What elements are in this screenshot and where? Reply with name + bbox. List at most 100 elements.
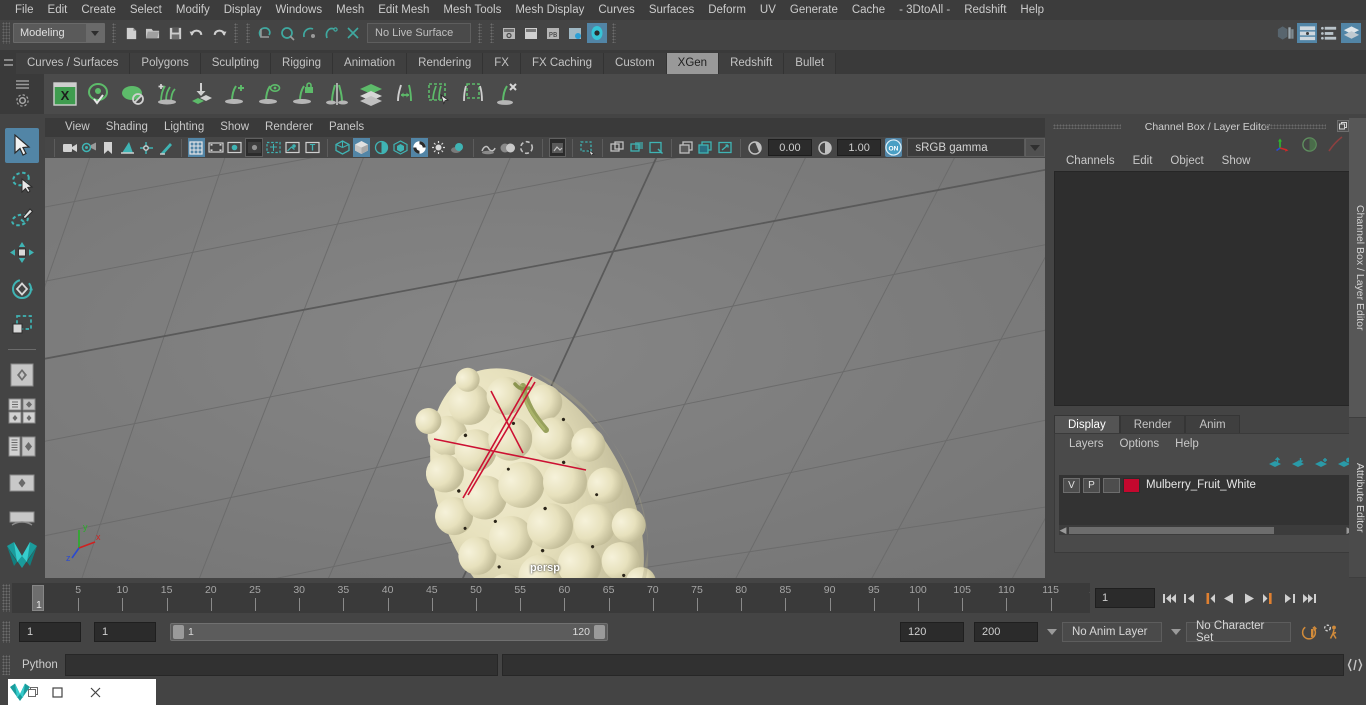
layer-reference-toggle[interactable] xyxy=(1103,477,1120,493)
scale-tool[interactable] xyxy=(5,307,39,342)
xray-icon[interactable] xyxy=(579,138,596,157)
anim-layer-field[interactable]: No Anim Layer xyxy=(1062,622,1162,642)
scroll-left-arrow[interactable]: ◀ xyxy=(1059,525,1067,536)
shadows-icon[interactable] xyxy=(450,138,467,157)
lock-guide-icon[interactable] xyxy=(286,76,320,112)
shelf-tab-curves-surfaces[interactable]: Curves / Surfaces xyxy=(16,53,131,74)
snap-grid-icon[interactable] xyxy=(499,23,519,43)
layer-color-swatch[interactable] xyxy=(1123,477,1140,493)
xray-joints-icon[interactable] xyxy=(609,138,626,157)
shelf-tab-redshift[interactable]: Redshift xyxy=(719,53,785,74)
multisample-icon[interactable] xyxy=(518,138,535,157)
show-hide-channel-box-icon[interactable] xyxy=(1341,23,1361,43)
add-groom-icon[interactable] xyxy=(150,76,184,112)
snap-view-plane-icon[interactable] xyxy=(565,23,585,43)
layer-visibility-toggle[interactable]: V xyxy=(1063,477,1080,493)
taskbar-window-button[interactable] xyxy=(8,679,156,705)
step-forward-frame-icon[interactable] xyxy=(1280,588,1298,608)
show-hide-modeling-toolkit-icon[interactable] xyxy=(1275,23,1295,43)
undock-icon[interactable] xyxy=(1337,120,1349,132)
select-pick-icon[interactable] xyxy=(343,23,363,43)
select-by-hierarchy-icon[interactable] xyxy=(255,23,275,43)
command-result-field[interactable] xyxy=(501,654,1344,676)
shelf-tab-animation[interactable]: Animation xyxy=(333,53,408,74)
viewport-menu-show[interactable]: Show xyxy=(212,118,257,137)
screen-space-ao-icon[interactable] xyxy=(480,138,497,157)
layer-tab-anim[interactable]: Anim xyxy=(1185,415,1240,433)
viewport-menu-panels[interactable]: Panels xyxy=(321,118,372,137)
shape-node-icon[interactable] xyxy=(1301,136,1318,153)
shelf-settings-icon[interactable] xyxy=(15,93,30,108)
show-hide-tool-settings-icon[interactable] xyxy=(1319,23,1339,43)
channel-box-content[interactable] xyxy=(1054,171,1361,406)
channel-menu-object[interactable]: Object xyxy=(1161,151,1212,171)
exposure-adjust-icon[interactable] xyxy=(747,138,764,157)
play-forwards-icon[interactable] xyxy=(1240,588,1258,608)
menu-item-uv[interactable]: UV xyxy=(753,0,783,20)
xray-active-components-icon[interactable] xyxy=(628,138,645,157)
menu-item-curves[interactable]: Curves xyxy=(591,0,641,20)
menu-item-windows[interactable]: Windows xyxy=(268,0,329,20)
menu-item-create[interactable]: Create xyxy=(74,0,123,20)
side-tab-channel-box[interactable]: Channel Box / Layer Editor xyxy=(1349,118,1366,418)
preview-render-icon[interactable] xyxy=(82,76,116,112)
go-to-end-icon[interactable] xyxy=(1300,588,1318,608)
lights-icon[interactable] xyxy=(430,138,447,157)
layers-icon[interactable] xyxy=(354,76,388,112)
exposure-icon[interactable] xyxy=(284,138,301,157)
two-d-pan-zoom-icon[interactable] xyxy=(138,138,155,157)
snapshot-view-icon[interactable] xyxy=(717,138,734,157)
exposure-value-field[interactable]: 0.00 xyxy=(768,139,812,156)
flat-shade-icon[interactable] xyxy=(392,138,409,157)
copy-view-icon[interactable] xyxy=(697,138,714,157)
select-by-component-mask-icon[interactable] xyxy=(321,23,341,43)
open-scene-icon[interactable] xyxy=(143,23,163,43)
sculpt-guides-icon[interactable] xyxy=(388,76,422,112)
move-tool[interactable] xyxy=(5,236,39,271)
menu-item-edit-mesh[interactable]: Edit Mesh xyxy=(371,0,436,20)
add-guide-icon[interactable] xyxy=(218,76,252,112)
channel-menu-show[interactable]: Show xyxy=(1213,151,1260,171)
scrollbar-thumb[interactable] xyxy=(1069,526,1274,534)
layer-playback-toggle[interactable]: P xyxy=(1083,477,1100,493)
undo-icon[interactable] xyxy=(187,23,207,43)
range-slider-bar[interactable]: 1 120 xyxy=(170,623,608,641)
transform-manipulator-icon[interactable] xyxy=(1275,137,1292,153)
select-by-component-icon[interactable] xyxy=(299,23,319,43)
anim-layer-dropdown-arrow[interactable] xyxy=(1044,623,1060,641)
camera-attributes-icon[interactable] xyxy=(80,138,97,157)
resolution-gate-icon[interactable] xyxy=(226,138,243,157)
auto-keyframe-icon[interactable] xyxy=(1299,622,1321,642)
image-plane-icon[interactable] xyxy=(119,138,136,157)
menu-item-surfaces[interactable]: Surfaces xyxy=(642,0,701,20)
command-line-grip[interactable] xyxy=(2,655,10,675)
viewport-menu-lighting[interactable]: Lighting xyxy=(156,118,212,137)
grease-pencil-icon[interactable] xyxy=(157,138,174,157)
mirror-guides-icon[interactable] xyxy=(320,76,354,112)
maximize-icon[interactable] xyxy=(38,686,76,698)
gamma-adjust-icon[interactable] xyxy=(816,138,833,157)
character-set-dropdown-arrow[interactable] xyxy=(1168,623,1184,641)
shelf-tab-rigging[interactable]: Rigging xyxy=(271,53,334,74)
show-hide-attribute-editor-icon[interactable] xyxy=(1297,23,1317,43)
playback-start-field[interactable]: 1 xyxy=(94,622,156,642)
animation-end-field[interactable]: 200 xyxy=(974,622,1038,642)
shelf-tab-custom[interactable]: Custom xyxy=(604,53,667,74)
shelf-tab-fx-caching[interactable]: FX Caching xyxy=(520,53,605,74)
channel-menu-channels[interactable]: Channels xyxy=(1057,151,1124,171)
persp-graph-layout-icon[interactable] xyxy=(5,501,39,536)
camera-icon[interactable] xyxy=(61,138,78,157)
select-by-object-icon[interactable] xyxy=(277,23,297,43)
move-layer-down-icon[interactable] xyxy=(1291,457,1306,469)
menu-set-dropdown[interactable]: Modeling xyxy=(13,23,105,43)
menu-item-select[interactable]: Select xyxy=(123,0,169,20)
time-slider-grip[interactable] xyxy=(2,584,10,612)
paint-select-tool[interactable] xyxy=(5,200,39,235)
text-overlay-icon[interactable]: T xyxy=(304,138,321,157)
layer-menu-options[interactable]: Options xyxy=(1112,434,1168,454)
time-slider[interactable]: 1 5 10 15 20 25 30 35 40 45 50 55 60 65 70 75 80 85 90 95 1… xyxy=(12,583,1090,613)
smooth-shade-selected-icon[interactable] xyxy=(372,138,389,157)
layer-name[interactable]: Mulberry_Fruit_White xyxy=(1146,479,1256,491)
layer-list-scrollbar[interactable]: ◀ ▶ xyxy=(1059,525,1356,535)
step-back-frame-icon[interactable] xyxy=(1180,588,1198,608)
